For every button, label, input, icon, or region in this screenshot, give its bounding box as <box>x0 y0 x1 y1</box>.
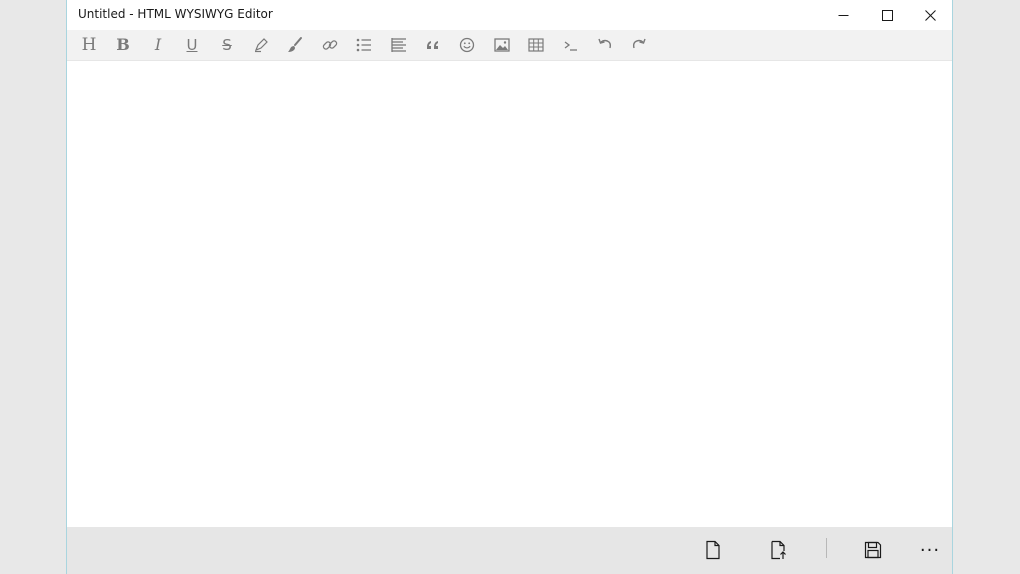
save-button[interactable] <box>859 537 887 563</box>
formatting-toolbar: H B I U S <box>67 30 952 61</box>
code-button[interactable] <box>557 34 585 56</box>
underline-icon: U <box>186 35 198 54</box>
redo-icon <box>632 38 646 49</box>
highlight-button[interactable] <box>247 34 275 56</box>
command-separator <box>826 538 827 558</box>
link-button[interactable] <box>316 34 344 56</box>
table-icon <box>528 38 544 52</box>
align-button[interactable] <box>385 34 413 56</box>
emoji-button[interactable] <box>453 34 481 56</box>
highlight-pen-icon <box>254 38 268 53</box>
undo-button[interactable] <box>591 34 619 56</box>
image-button[interactable] <box>488 34 516 56</box>
maximize-button[interactable] <box>865 0 909 30</box>
brush-icon <box>288 37 302 52</box>
new-file-icon <box>706 540 720 560</box>
italic-icon: I <box>154 35 162 54</box>
undo-icon <box>598 38 612 49</box>
save-icon <box>864 541 882 559</box>
close-button[interactable] <box>908 0 952 30</box>
image-icon <box>494 38 510 52</box>
more-button[interactable]: ··· <box>915 537 945 563</box>
italic-button[interactable]: I <box>144 34 172 56</box>
link-icon <box>322 40 338 50</box>
open-file-icon <box>771 540 786 560</box>
minimize-button[interactable] <box>821 0 865 30</box>
strikethrough-button[interactable]: S <box>213 34 241 56</box>
editor-window: Untitled - HTML WYSIWYG Editor H B I U S… <box>67 0 952 574</box>
title-bar[interactable]: Untitled - HTML WYSIWYG Editor <box>67 0 952 30</box>
heading-button[interactable]: H <box>75 34 103 56</box>
brush-button[interactable] <box>281 34 309 56</box>
underline-button[interactable]: U <box>178 34 206 56</box>
close-icon <box>924 9 936 21</box>
quote-icon <box>427 41 438 49</box>
emoji-icon <box>459 37 475 53</box>
new-file-button[interactable] <box>699 537 727 563</box>
table-button[interactable] <box>522 34 550 56</box>
bold-button[interactable]: B <box>109 34 137 56</box>
open-file-button[interactable] <box>764 537 792 563</box>
window-title: Untitled - HTML WYSIWYG Editor <box>78 7 273 21</box>
redo-button[interactable] <box>625 34 653 56</box>
command-bar: ··· <box>67 527 952 574</box>
minimize-icon <box>838 14 848 16</box>
maximize-icon <box>881 9 893 21</box>
bold-icon: B <box>116 35 130 54</box>
strikethrough-icon: S <box>222 35 232 54</box>
heading-icon: H <box>81 34 97 55</box>
editor-content-area[interactable] <box>67 61 952 527</box>
bulleted-list-icon <box>356 38 371 52</box>
align-icon <box>391 38 406 52</box>
quote-button[interactable] <box>419 34 447 56</box>
code-icon <box>564 41 577 51</box>
more-icon: ··· <box>919 539 941 561</box>
bulleted-list-button[interactable] <box>350 34 378 56</box>
